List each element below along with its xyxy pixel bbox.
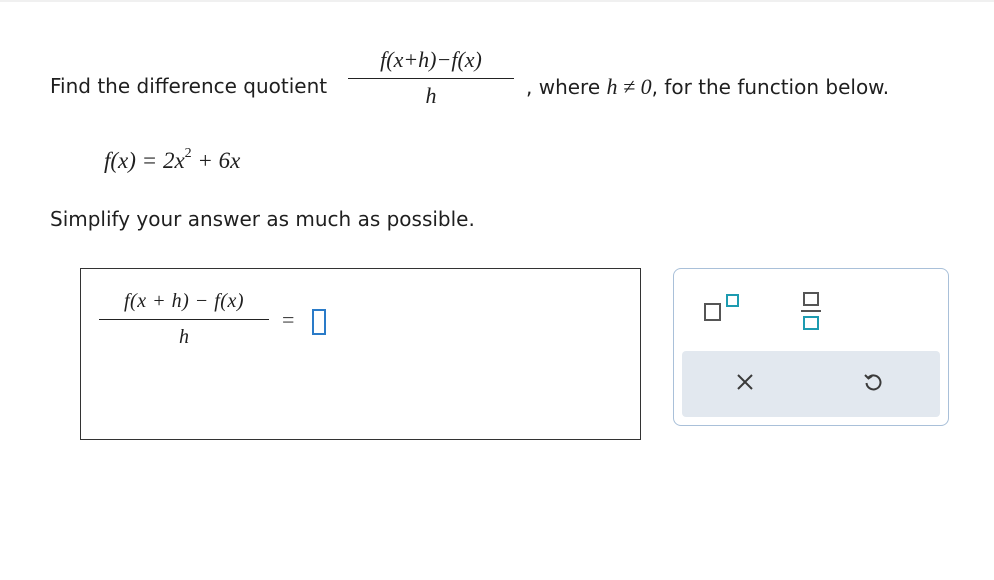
difference-quotient-fraction: f(x+h)−f(x) h [348, 46, 514, 110]
undo-icon [864, 374, 882, 391]
quotient-numerator: f(x+h)−f(x) [380, 47, 482, 72]
math-palette [673, 268, 949, 426]
clear-button[interactable] [730, 367, 760, 397]
quotient-denominator: h [425, 83, 437, 108]
question-suffix: , where h ≠ 0, for the function below. [526, 74, 889, 100]
answer-input[interactable] [312, 309, 326, 335]
close-icon [737, 374, 753, 390]
question-prefix: Find the difference quotient [50, 74, 328, 98]
fraction-denominator-box-icon [803, 316, 819, 330]
fraction-bar [348, 78, 514, 79]
exponent-superscript-box-icon [726, 294, 739, 307]
answer-box: f(x + h) − f(x) h = [80, 268, 641, 440]
exponent-base-box-icon [704, 303, 721, 321]
suffix-text: , where [526, 75, 607, 99]
top-divider [0, 0, 994, 2]
suffix-end: , for the function below. [651, 75, 890, 99]
function-definition: f(x) = 2x2 + 6x [104, 146, 241, 174]
condition-expression: h ≠ 0 [606, 74, 652, 99]
exponent-button[interactable] [702, 289, 746, 331]
palette-action-bar [682, 351, 940, 417]
function-exponent: 2 [184, 146, 192, 162]
fraction-line-icon [801, 310, 821, 312]
fraction-button[interactable] [792, 289, 834, 333]
function-rhs: + 6x [191, 148, 241, 173]
answer-numerator: f(x + h) − f(x) [124, 290, 244, 312]
instruction-text: Simplify your answer as much as possible… [50, 207, 475, 231]
answer-denominator: h [179, 326, 189, 348]
undo-button[interactable] [858, 367, 888, 397]
equals-sign: = [282, 307, 295, 332]
fraction-numerator-box-icon [803, 292, 819, 306]
function-lhs: f(x) = 2x [104, 148, 185, 173]
answer-fraction: f(x + h) − f(x) h [99, 287, 269, 351]
answer-fraction-bar [99, 319, 269, 320]
